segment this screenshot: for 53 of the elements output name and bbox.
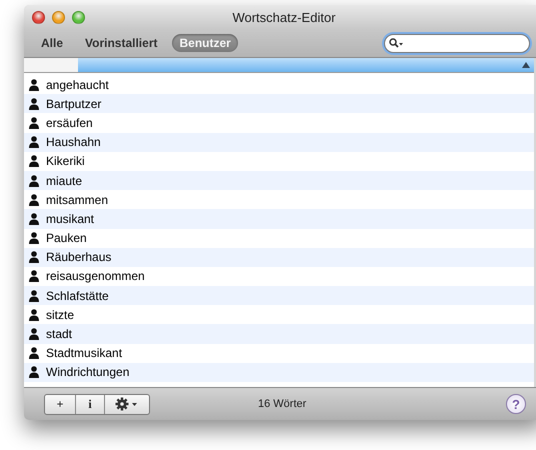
word-text: Haushahn	[46, 135, 101, 150]
person-icon	[29, 328, 39, 340]
person-icon	[29, 270, 39, 282]
word-text: sitzte	[46, 308, 74, 322]
person-icon	[29, 174, 39, 187]
add-button[interactable]: +	[45, 394, 76, 414]
info-button[interactable]: i	[76, 394, 105, 414]
minimize-button[interactable]	[52, 10, 65, 24]
word-row[interactable]: Schlafstätte	[24, 286, 534, 306]
scope-button[interactable]: Alle	[34, 34, 70, 52]
person-icon	[29, 347, 39, 360]
person-icon	[29, 78, 39, 91]
window-title: Wortschatz-Editor	[232, 10, 336, 24]
search-icon	[389, 38, 404, 48]
scope-button[interactable]: Vorinstalliert	[78, 34, 164, 52]
person-icon	[29, 136, 39, 148]
person-icon	[29, 308, 39, 321]
person-icon	[29, 366, 39, 378]
word-text: reisausgenommen	[46, 269, 145, 284]
person-icon	[29, 194, 39, 206]
word-text: Stadtmusikant	[46, 346, 122, 360]
word-text: musikant	[46, 212, 94, 226]
word-text: angehaucht	[46, 78, 109, 92]
word-row[interactable]: Windrichtungen	[24, 362, 534, 382]
word-row[interactable]: Haushahn	[24, 132, 534, 152]
person-icon	[29, 116, 39, 129]
word-text: miaute	[46, 174, 82, 188]
close-button[interactable]	[32, 10, 45, 24]
word-text: Kikeriki	[46, 154, 85, 168]
search-field[interactable]	[384, 34, 530, 52]
word-count: 16 Wörter	[258, 398, 306, 410]
word-row[interactable]: musikant	[24, 209, 534, 228]
person-icon	[29, 155, 39, 168]
person-icon	[29, 290, 39, 302]
word-text: Schlafstätte	[46, 288, 109, 303]
word-text: Windrichtungen	[46, 365, 130, 380]
word-text: Räuberhaus	[46, 250, 112, 264]
person-icon	[29, 98, 39, 110]
gear-icon	[115, 397, 139, 411]
word-row[interactable]: stadt	[24, 324, 534, 344]
zoom-button[interactable]	[72, 10, 85, 24]
word-text: mitsammen	[46, 192, 108, 207]
person-icon	[29, 251, 39, 264]
word-text: Pauken	[46, 231, 87, 246]
help-button[interactable]: ?	[506, 394, 526, 414]
word-row[interactable]: Bartputzer	[24, 94, 534, 114]
person-icon	[29, 232, 39, 244]
word-text: Bartputzer	[46, 96, 102, 111]
word-text: stadt	[46, 327, 72, 342]
word-text: ersäufen	[46, 116, 93, 130]
word-row[interactable]: miaute	[24, 170, 534, 190]
person-icon	[29, 212, 39, 225]
word-row[interactable]: Räuberhaus	[24, 248, 534, 267]
